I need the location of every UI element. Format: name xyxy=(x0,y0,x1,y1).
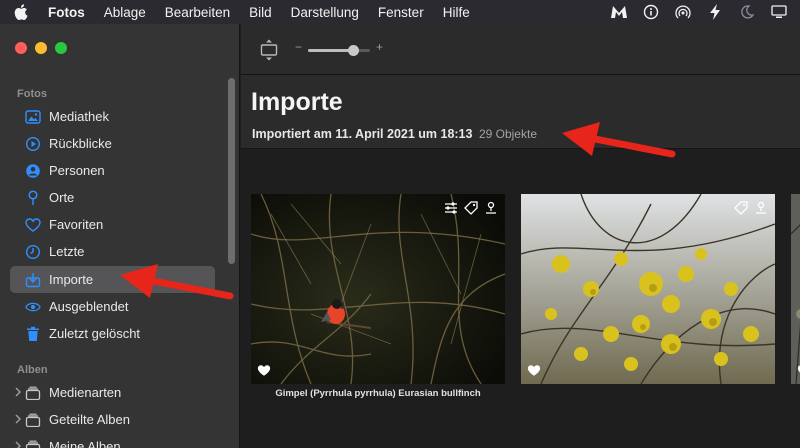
sidebar-item-medienarten[interactable]: Medienarten xyxy=(10,379,215,406)
album-stack-icon xyxy=(25,439,41,448)
annotation-arrow-subtitle xyxy=(562,122,676,158)
keyword-icon xyxy=(753,200,769,216)
zoom-out-label[interactable]: − xyxy=(295,40,302,54)
sidebar-item-personen[interactable]: Personen xyxy=(10,157,215,184)
menu-hilfe[interactable]: Hilfe xyxy=(443,5,470,20)
eye-icon xyxy=(25,299,41,315)
menu-bild[interactable]: Bild xyxy=(249,5,272,20)
sidebar-item-label: Mediathek xyxy=(49,109,109,124)
photo-thumbnail-partial[interactable] xyxy=(791,194,800,384)
section-label-alben: Alben xyxy=(17,364,48,376)
chevron-right-icon[interactable] xyxy=(14,386,22,398)
memories-icon xyxy=(25,136,41,152)
display-icon[interactable] xyxy=(770,3,788,21)
malwarebytes-icon[interactable] xyxy=(610,3,628,21)
apple-menu-icon[interactable] xyxy=(14,4,32,20)
sidebar-item-letzte[interactable]: Letzte xyxy=(10,238,215,265)
favorite-heart-icon[interactable] xyxy=(527,364,541,377)
menu-app-fotos[interactable]: Fotos xyxy=(48,5,85,20)
menu-darstellung[interactable]: Darstellung xyxy=(291,5,359,20)
status-icons xyxy=(596,0,800,24)
sidebar-item-label: Rückblicke xyxy=(49,136,112,151)
photo-caption: Gimpel (Pyrrhula pyrrhula) Eurasian bull… xyxy=(275,388,481,399)
photo-badges xyxy=(729,200,769,216)
person-icon xyxy=(25,163,41,179)
adjust-icon xyxy=(443,200,459,216)
heart-icon xyxy=(25,217,41,233)
sidebar-item-label: Personen xyxy=(49,163,105,178)
sidebar: Fotos Mediathek Rückblicke Personen Orte… xyxy=(0,24,240,448)
clock-icon xyxy=(25,244,41,260)
import-icon xyxy=(25,272,41,288)
sidebar-item-zuletzt-geloescht[interactable]: Zuletzt gelöscht xyxy=(10,320,215,347)
zoom-slider-fill xyxy=(308,49,353,52)
sidebar-item-label: Meine Alben xyxy=(49,439,121,448)
sidebar-item-label: Letzte xyxy=(49,244,85,259)
menu-ablage[interactable]: Ablage xyxy=(104,5,146,20)
import-date: Importiert am 11. April 2021 um 18:13 xyxy=(252,127,473,141)
photo-thumbnail-bullfinch[interactable] xyxy=(251,194,505,384)
moon-icon[interactable] xyxy=(738,3,756,21)
sidebar-item-geteilte-alben[interactable]: Geteilte Alben xyxy=(10,406,215,433)
sidebar-item-orte[interactable]: Orte xyxy=(10,184,215,211)
page-header: Importe Importiert am 11. April 2021 um … xyxy=(241,75,800,149)
sidebar-item-rueckblicke[interactable]: Rückblicke xyxy=(10,130,215,157)
bullfinch-image xyxy=(251,194,505,384)
sidebar-item-favoriten[interactable]: Favoriten xyxy=(10,211,215,238)
zoom-slider[interactable] xyxy=(308,45,370,56)
sidebar-scrollbar[interactable] xyxy=(228,78,235,264)
favorite-heart-icon[interactable] xyxy=(257,364,271,377)
sidebar-item-label: Favoriten xyxy=(49,217,104,232)
tag-icon xyxy=(463,200,479,216)
partial-image xyxy=(791,194,800,384)
keyword-icon xyxy=(483,200,499,216)
toolbar: − + xyxy=(241,24,800,75)
main-content: − + Importe Importiert am 11. April 2021… xyxy=(241,24,800,448)
tag-icon xyxy=(733,200,749,216)
zoom-in-label[interactable]: + xyxy=(376,40,383,54)
sidebar-item-label: Orte xyxy=(49,190,75,205)
page-title: Importe xyxy=(251,88,343,116)
sidebar-item-label: Ausgeblendet xyxy=(49,299,129,314)
menu-bar: Fotos Ablage Bearbeiten Bild Darstellung… xyxy=(0,0,800,24)
chevron-right-icon[interactable] xyxy=(14,413,22,425)
menu-fenster[interactable]: Fenster xyxy=(378,5,424,20)
sidebar-item-mediathek[interactable]: Mediathek xyxy=(10,103,215,130)
close-window-button[interactable] xyxy=(15,42,27,54)
album-stack-icon xyxy=(25,412,41,428)
trash-icon xyxy=(25,326,41,342)
chevron-right-icon[interactable] xyxy=(14,440,22,448)
sidebar-item-meine-alben[interactable]: Meine Alben xyxy=(10,433,215,448)
photo-thumbnail-forsythia[interactable] xyxy=(521,194,775,384)
sidebar-item-label: Importe xyxy=(49,272,94,287)
airdrop-icon[interactable] xyxy=(674,3,692,21)
menu-bearbeiten[interactable]: Bearbeiten xyxy=(165,5,230,20)
object-count: 29 Objekte xyxy=(478,127,537,141)
zoom-slider-knob[interactable] xyxy=(347,45,359,56)
sidebar-item-label: Medienarten xyxy=(49,385,122,400)
sidebar-item-label: Zuletzt gelöscht xyxy=(49,326,141,341)
window-controls xyxy=(15,42,75,54)
fit-to-window-icon[interactable] xyxy=(259,39,279,61)
bolt-icon[interactable] xyxy=(706,3,724,21)
annotation-arrow-sidebar xyxy=(120,264,234,300)
sidebar-item-label: Geteilte Alben xyxy=(49,412,130,427)
photo-badges xyxy=(439,200,499,216)
info-icon[interactable] xyxy=(642,3,660,21)
forsythia-image xyxy=(521,194,775,384)
minimize-window-button[interactable] xyxy=(35,42,47,54)
zoom-window-button[interactable] xyxy=(55,42,67,54)
album-stack-icon xyxy=(25,385,41,401)
photo-library-icon xyxy=(25,109,41,125)
section-label-fotos: Fotos xyxy=(17,88,47,100)
import-subtitle: Importiert am 11. April 2021 um 18:13 29… xyxy=(252,127,537,141)
location-pin-icon xyxy=(25,189,41,206)
